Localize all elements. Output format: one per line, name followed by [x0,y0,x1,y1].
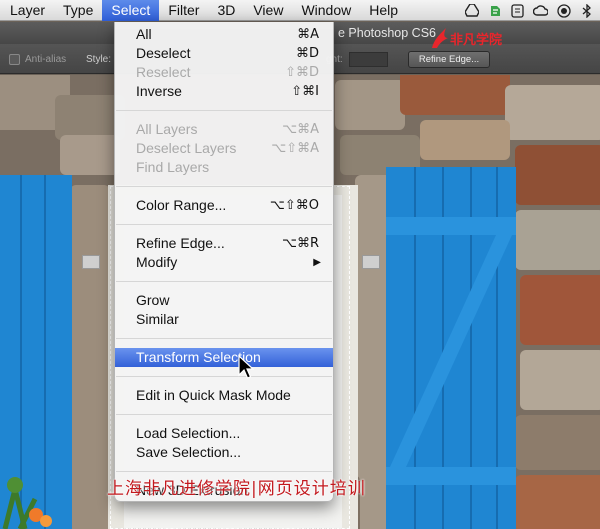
mouse-pointer-icon [238,355,254,379]
menu-item-deselect-layers: Deselect Layers ⌥⇧⌘A [136,140,319,156]
menu-separator [116,414,332,415]
menu-item-modify[interactable]: Modify ▶ [115,253,333,272]
menu-type[interactable]: Type [54,0,102,21]
menu-help[interactable]: Help [360,0,407,21]
stone [60,135,120,175]
menu-item-similar[interactable]: Similar [115,310,333,329]
anti-alias-checkbox[interactable] [9,54,20,65]
menu-item-all-layers: All Layers ⌥⌘A [136,121,319,137]
stone [70,185,110,529]
document-icon[interactable] [510,3,525,18]
right-shutter [386,167,516,529]
menu-bar: Layer Type Select Filter 3D View Window … [0,0,600,21]
window-title: e Photoshop CS6 [338,26,436,40]
select-dropdown-menu: All ⌘A Deselect ⌘D Reselect ⇧⌘D Inverse ⇧⌘I … [114,22,334,502]
menu-item-transform-selection[interactable]: Transform Selection [115,348,333,367]
shutter-hinge [82,255,100,269]
menu-separator [116,110,332,111]
stone [515,475,600,529]
menu-select[interactable]: Select [102,0,160,21]
stone [515,145,600,205]
menu-separator [116,186,332,187]
stone [520,350,600,410]
watermark-text: 上海非凡进修学院|网页设计培训 [107,479,366,499]
stone [515,415,600,470]
menu-separator [116,224,332,225]
menu-layer[interactable]: Layer [0,0,54,21]
stone [400,75,510,115]
submenu-arrow-icon: ▶ [313,257,321,268]
anti-alias-label: Anti-alias [25,54,67,65]
shutter-hinge [362,255,380,269]
creative-cloud-icon[interactable] [533,3,548,18]
status-tray [464,0,594,21]
menu-separator [116,338,332,339]
menu-filter[interactable]: Filter [159,0,208,21]
menu-3d[interactable]: 3D [208,0,244,21]
menu-item-refine-edge[interactable]: Refine Edge... ⌥⌘R [115,234,333,253]
menu-item-color-range[interactable]: Color Range... ⌥⇧⌘O [115,196,333,215]
menu-item-inverse[interactable]: Inverse ⇧⌘I [115,82,333,101]
stone [335,80,405,130]
menu-item-deselect[interactable]: Deselect ⌘D [115,44,333,63]
style-label: Style: [86,54,112,65]
stone [515,210,600,270]
bluetooth-icon[interactable] [579,3,594,18]
brand-logo: 非凡学院 [428,26,520,52]
flame-logo-icon [432,28,448,48]
flower-plant [2,477,52,529]
stone [505,85,600,140]
menu-separator [116,376,332,377]
refine-edge-button[interactable]: Refine Edge... [408,51,490,68]
menu-item-load-selection[interactable]: Load Selection... [115,424,333,443]
menu-item-quick-mask[interactable]: Edit in Quick Mask Mode [115,386,333,405]
logo-text: 非凡学院 [450,33,503,48]
menu-item-find-layers: Find Layers [136,159,210,175]
menu-item-save-selection[interactable]: Save Selection... [115,443,333,462]
menu-item-reselect: Reselect ⇧⌘D [136,64,319,80]
record-icon[interactable] [556,3,571,18]
menu-window[interactable]: Window [292,0,360,21]
shutter-brace [386,217,516,485]
stone [420,120,510,160]
menu-separator [116,281,332,282]
menu-separator [116,471,332,472]
menu-item-all[interactable]: All ⌘A [115,25,333,44]
google-drive-icon[interactable] [464,3,479,18]
height-field[interactable] [349,52,388,67]
menu-item-grow[interactable]: Grow [115,291,333,310]
stone [520,275,600,345]
menu-view[interactable]: View [244,0,292,21]
evernote-icon[interactable] [487,3,502,18]
